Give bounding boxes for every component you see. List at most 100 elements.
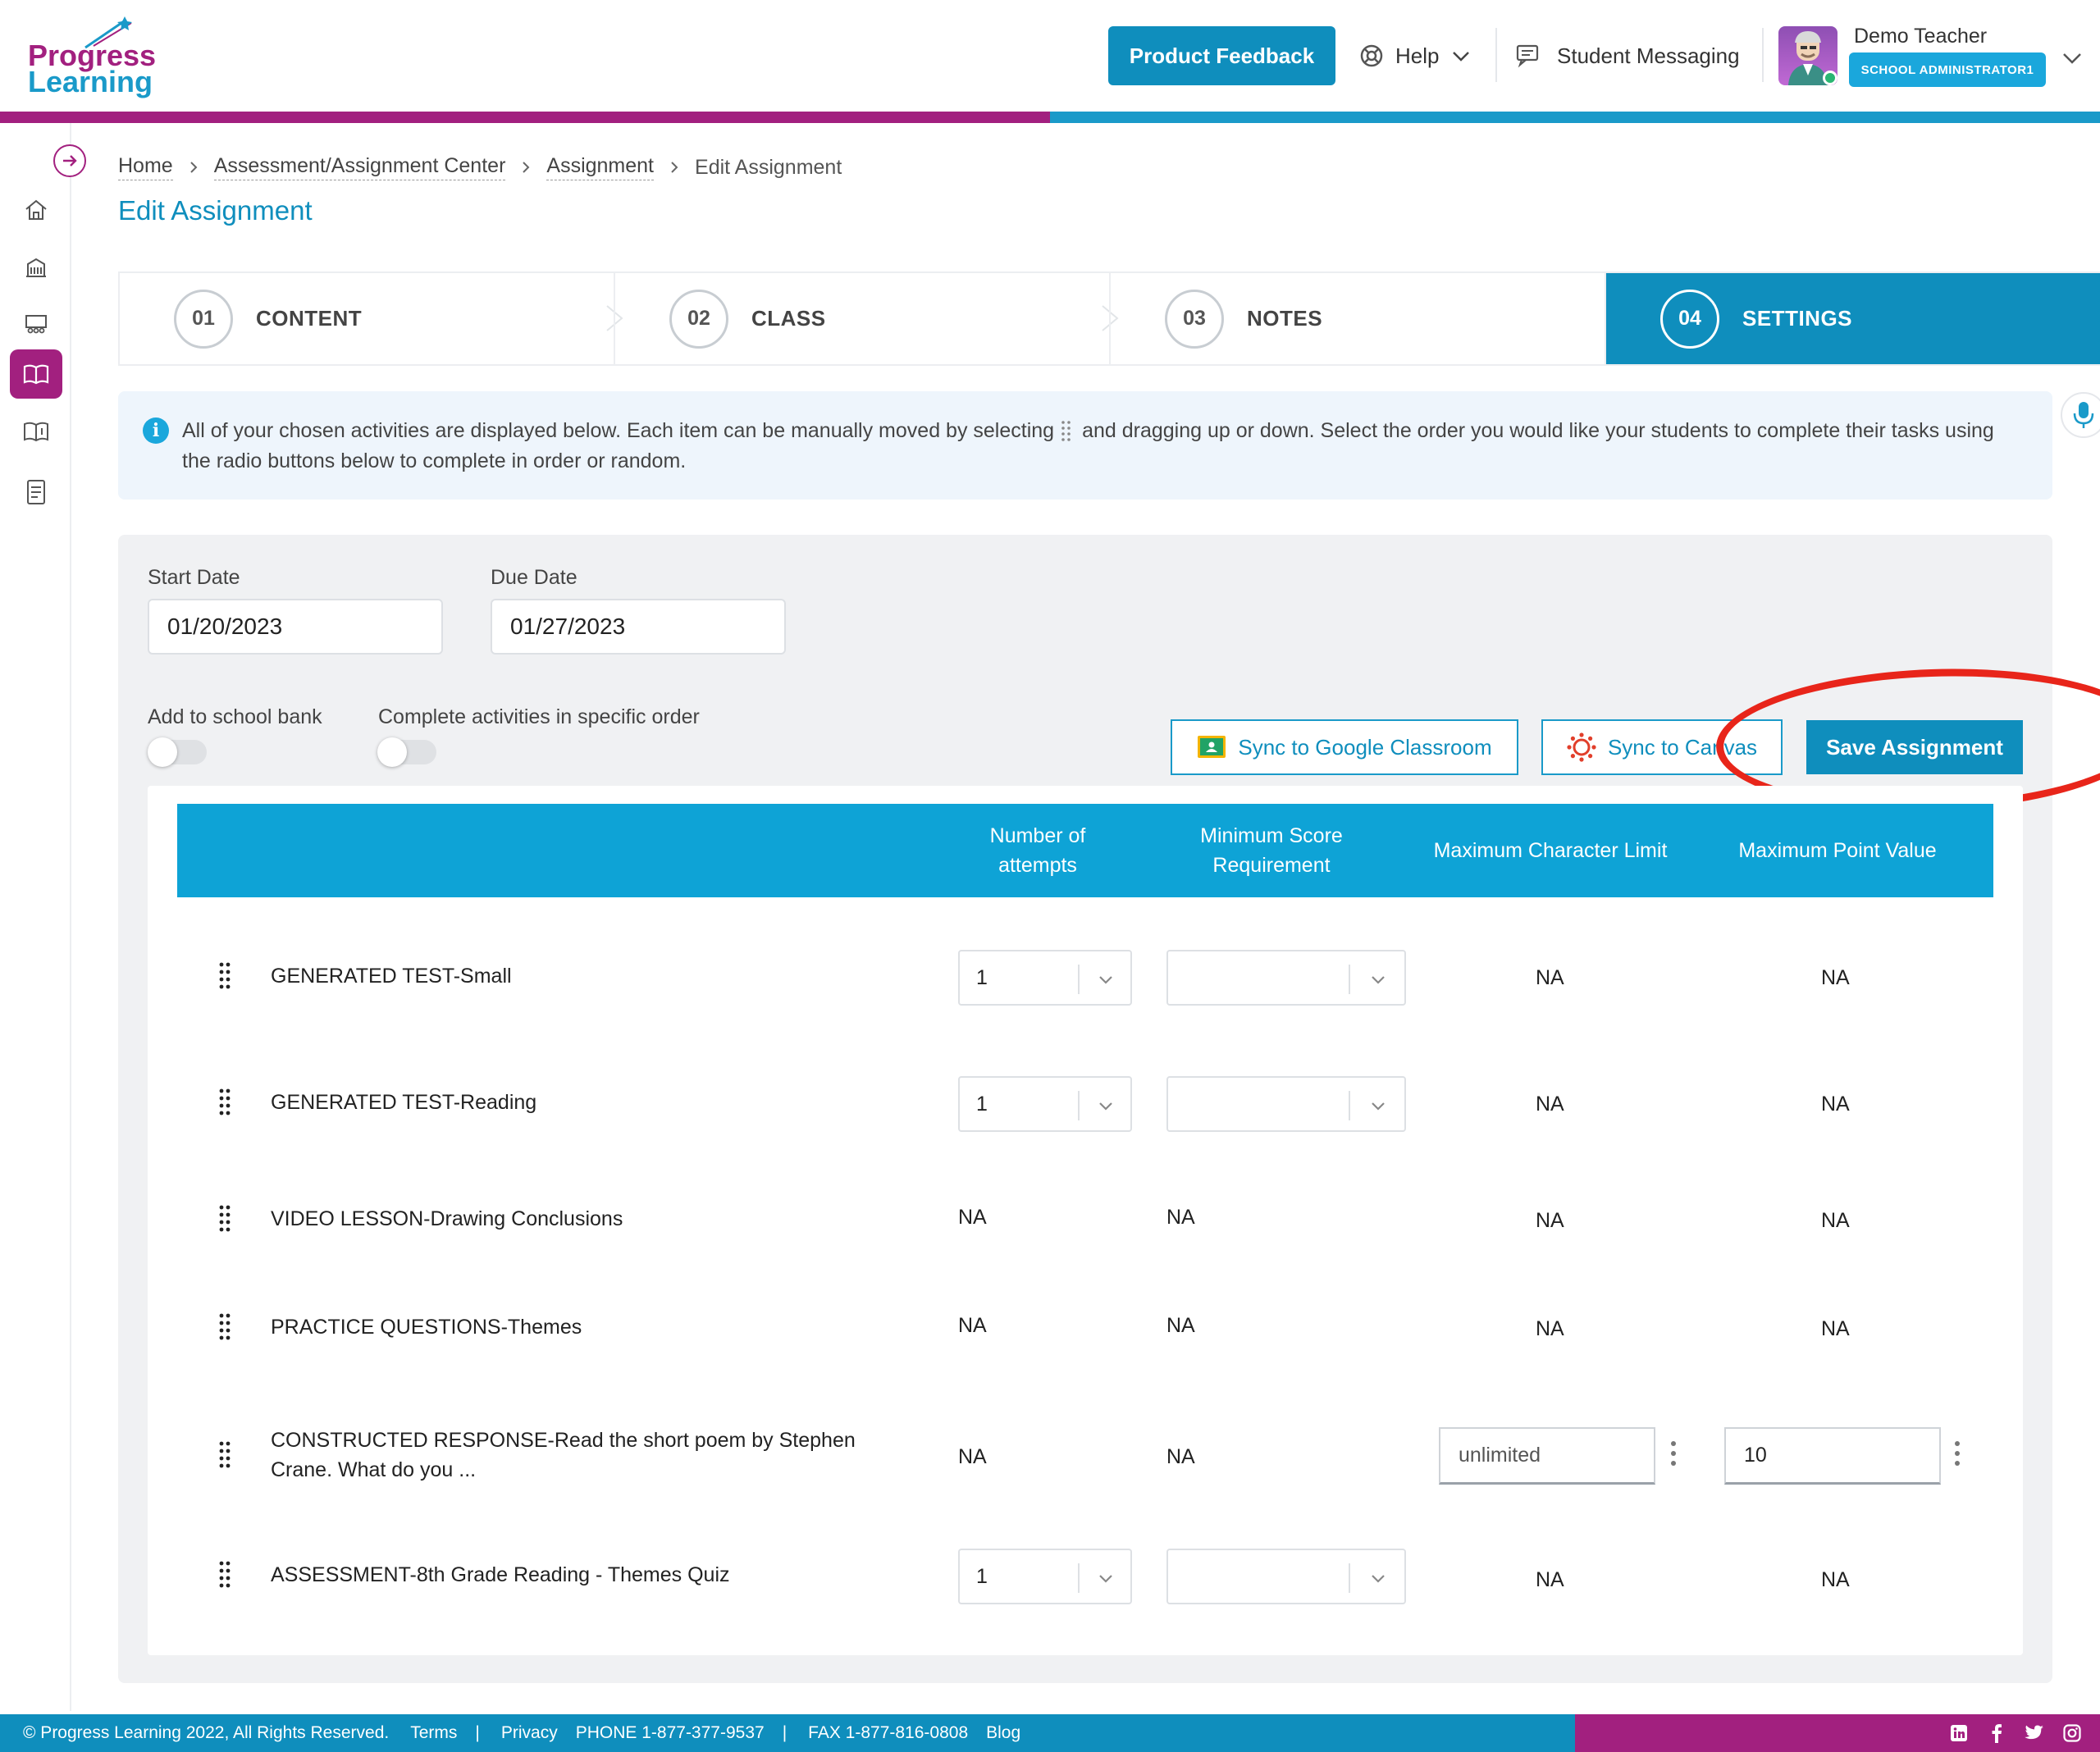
drag-handle-icon[interactable]: [218, 1312, 231, 1345]
attempts-select[interactable]: 1: [958, 950, 1132, 1006]
microphone-icon: [2073, 402, 2094, 428]
chevron-down-icon: [1453, 52, 1470, 62]
report-document-icon: [27, 480, 45, 504]
due-date-input[interactable]: 01/27/2023: [491, 599, 786, 655]
table-row[interactable]: VIDEO LESSON-Drawing Conclusions NA NA N…: [177, 1184, 1993, 1266]
footer-privacy-link[interactable]: Privacy: [501, 1723, 558, 1743]
chevron-right-icon: [671, 162, 678, 173]
save-assignment-button[interactable]: Save Assignment: [1806, 720, 2023, 774]
sync-google-classroom-label: Sync to Google Classroom: [1238, 734, 1492, 760]
attempts-select[interactable]: 1: [958, 1076, 1132, 1132]
sidebar-item-home[interactable]: [10, 185, 62, 235]
lifebuoy-icon: [1360, 44, 1383, 67]
sidebar-expand-button[interactable]: [53, 144, 86, 177]
column-header-min-score: Minimum Score Requirement: [1200, 824, 1343, 877]
step-content[interactable]: 01 CONTENT: [118, 273, 623, 364]
brand-bar-blue: [1050, 112, 2100, 123]
min-score-select[interactable]: [1166, 1549, 1406, 1604]
step-class[interactable]: 02 CLASS: [614, 273, 1119, 364]
arrow-right-icon: [63, 155, 77, 167]
avatar[interactable]: [1778, 26, 1838, 85]
due-date-label: Due Date: [491, 566, 578, 589]
student-messaging-label: Student Messaging: [1557, 43, 1740, 68]
table-row[interactable]: PRACTICE QUESTIONS-Themes NA NA NA NA: [177, 1294, 1993, 1376]
logo-text-learning: Learning: [28, 65, 153, 98]
product-feedback-button[interactable]: Product Feedback: [1108, 26, 1335, 85]
help-label: Help: [1395, 43, 1440, 68]
step-number: 02: [669, 289, 728, 349]
chevron-down-icon: [1099, 976, 1112, 984]
sync-google-classroom-button[interactable]: Sync to Google Classroom: [1171, 719, 1518, 775]
user-role-badge: SCHOOL ADMINISTRATOR1: [1849, 52, 2046, 87]
column-header-max-point: Maximum Point Value: [1738, 839, 1937, 862]
max-char-input[interactable]: unlimited: [1439, 1427, 1655, 1485]
attempts-value: 1: [976, 1564, 988, 1588]
sidebar-item-school[interactable]: [10, 243, 62, 292]
select-separator: [1349, 1091, 1350, 1120]
footer-blog-link[interactable]: Blog: [986, 1723, 1020, 1743]
max-point-input[interactable]: 10: [1724, 1427, 1941, 1485]
drag-handle-icon: [1061, 421, 1071, 442]
sidebar-item-reports[interactable]: [10, 468, 62, 517]
attempts-value: NA: [958, 1206, 987, 1229]
info-icon: i: [143, 417, 169, 444]
wizard-steps: 01 CONTENT 02 CLASS 03 NOTES 04 SETTINGS: [118, 271, 2100, 366]
step-label: SETTINGS: [1742, 306, 1853, 331]
min-score-select[interactable]: [1166, 1076, 1406, 1132]
more-options-icon[interactable]: [1954, 1440, 1961, 1467]
min-score-select[interactable]: [1166, 950, 1406, 1006]
instagram-icon[interactable]: [2062, 1723, 2082, 1743]
min-score-value: NA: [1166, 1445, 1195, 1468]
specific-order-label: Complete activities in specific order: [378, 705, 700, 728]
step-label: CONTENT: [256, 306, 363, 331]
sync-canvas-button[interactable]: Sync to Canvas: [1541, 719, 1783, 775]
twitter-icon[interactable]: [2025, 1723, 2044, 1743]
max-point-value: NA: [1821, 966, 1850, 989]
drag-handle-icon[interactable]: [218, 1204, 231, 1237]
specific-order-toggle[interactable]: [377, 737, 436, 767]
max-char-value: NA: [1536, 1568, 1564, 1591]
step-number: 04: [1660, 289, 1719, 349]
drag-handle-icon[interactable]: [218, 1560, 231, 1593]
online-status-dot: [1823, 71, 1838, 85]
sidebar-item-assignments[interactable]: [10, 349, 62, 399]
chevron-down-icon[interactable]: [2061, 46, 2084, 69]
footer-copyright: © Progress Learning 2022, All Rights Res…: [23, 1723, 390, 1742]
student-messaging-link[interactable]: Student Messaging: [1516, 38, 1740, 74]
table-row[interactable]: ASSESSMENT-8th Grade Reading - Themes Qu…: [177, 1535, 1993, 1634]
sidebar: [0, 123, 71, 1711]
breadcrumb-assignment[interactable]: Assignment: [546, 154, 655, 180]
more-options-icon[interactable]: [1670, 1440, 1677, 1467]
min-score-value: NA: [1166, 1206, 1195, 1229]
footer-terms-link[interactable]: Terms: [410, 1723, 457, 1743]
sidebar-item-classroom[interactable]: [10, 300, 62, 349]
breadcrumb-assessment-center[interactable]: Assessment/Assignment Center: [213, 154, 506, 180]
table-row[interactable]: GENERATED TEST-Small 1 NA NA: [177, 933, 1993, 1032]
drag-handle-icon[interactable]: [218, 1088, 231, 1120]
school-building-icon: [26, 258, 46, 277]
drag-handle-icon[interactable]: [218, 961, 231, 994]
table-row[interactable]: CONSTRUCTED RESPONSE-Read the short poem…: [177, 1403, 1993, 1509]
sidebar-item-library[interactable]: [10, 407, 62, 456]
step-settings[interactable]: 04 SETTINGS: [1605, 273, 2100, 364]
microphone-button[interactable]: [2061, 392, 2100, 438]
help-menu[interactable]: Help: [1359, 38, 1472, 74]
table-row[interactable]: GENERATED TEST-Reading 1 NA NA: [177, 1060, 1993, 1158]
school-bank-toggle[interactable]: [148, 737, 207, 767]
activity-title: VIDEO LESSON-Drawing Conclusions: [271, 1207, 623, 1230]
max-char-value: NA: [1536, 1317, 1564, 1340]
step-number: 01: [174, 289, 233, 349]
drag-handle-icon[interactable]: [218, 1440, 231, 1473]
linkedin-icon[interactable]: [1949, 1723, 1969, 1743]
breadcrumb-home[interactable]: Home: [118, 154, 173, 180]
chevron-down-icon: [1372, 1575, 1385, 1583]
sync-canvas-label: Sync to Canvas: [1607, 734, 1758, 760]
facebook-icon[interactable]: [1987, 1723, 2006, 1743]
start-date-label: Start Date: [148, 566, 240, 589]
page-title: Edit Assignment: [118, 195, 313, 226]
step-label: CLASS: [751, 306, 826, 331]
attempts-select[interactable]: 1: [958, 1549, 1132, 1604]
progress-learning-logo[interactable]: Progress Learning: [28, 15, 159, 105]
start-date-input[interactable]: 01/20/2023: [148, 599, 443, 655]
step-notes[interactable]: 03 NOTES: [1109, 273, 1605, 364]
